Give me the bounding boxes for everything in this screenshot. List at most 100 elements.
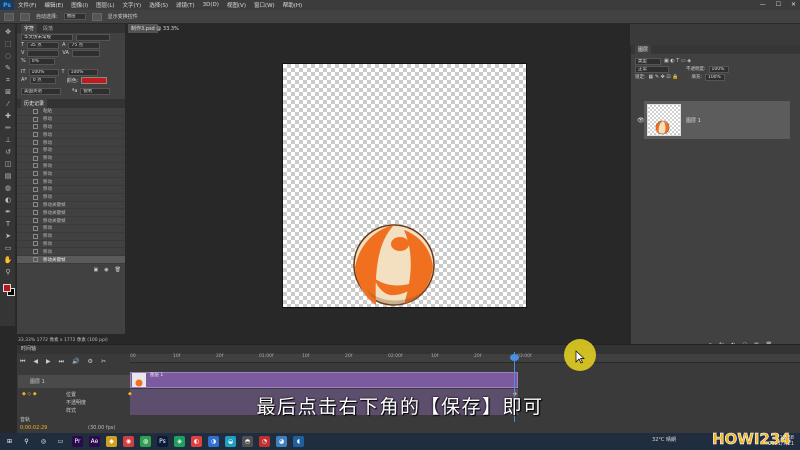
- font-size-field[interactable]: 35 点: [27, 41, 60, 49]
- history-item[interactable]: 移动: [17, 178, 125, 186]
- minimize-button[interactable]: —: [760, 1, 766, 8]
- lasso-tool-icon[interactable]: ◌: [3, 52, 13, 60]
- tsume-field[interactable]: 0%: [28, 57, 55, 65]
- font-style-select[interactable]: [76, 33, 110, 41]
- timeline-ruler[interactable]: 00 10f 20f 01:00f 10f 20f 02:00f 10f 20f 03:00f: [130, 354, 800, 363]
- history-item[interactable]: 移动: [17, 124, 125, 132]
- keyframe-nav-icons[interactable]: ◆ ◇ ◆: [22, 391, 37, 397]
- history-brush-icon[interactable]: ↺: [3, 148, 13, 156]
- auto-select-checkbox[interactable]: [20, 12, 30, 21]
- gradient-tool-icon[interactable]: ▤: [3, 172, 13, 180]
- history-item[interactable]: 移动关键帧: [17, 202, 125, 210]
- menu-window[interactable]: 窗口(W): [250, 1, 279, 9]
- history-item[interactable]: 粘贴: [17, 108, 125, 116]
- taskbar-app-icon[interactable]: ◈: [174, 436, 185, 447]
- taskbar-app-icon[interactable]: ◑: [208, 436, 219, 447]
- blend-mode-select[interactable]: 正常: [635, 65, 669, 73]
- taskbar-app-icon[interactable]: ◆: [106, 436, 117, 447]
- eraser-tool-icon[interactable]: ◫: [3, 160, 13, 168]
- menu-view[interactable]: 视图(V): [223, 1, 250, 9]
- shape-tool-icon[interactable]: ▭: [3, 244, 13, 252]
- menu-file[interactable]: 文件(F): [14, 1, 40, 9]
- history-item[interactable]: 移动: [17, 248, 125, 257]
- history-item[interactable]: 移动: [17, 147, 125, 155]
- eyedropper-tool-icon[interactable]: ⁄: [3, 100, 13, 108]
- frame-tool-icon[interactable]: ⊠: [3, 88, 13, 96]
- stamp-tool-icon[interactable]: ⊥: [3, 136, 13, 144]
- foreground-color-swatch[interactable]: [3, 284, 11, 292]
- history-item[interactable]: 移动关键帧: [17, 209, 125, 218]
- taskbar-app-icon[interactable]: Pr: [72, 436, 83, 447]
- history-item[interactable]: 移动: [17, 233, 125, 241]
- text-color-swatch[interactable]: [81, 76, 108, 84]
- first-frame-icon[interactable]: ⏮: [20, 358, 25, 366]
- history-item[interactable]: 移动: [17, 131, 125, 140]
- history-item[interactable]: 移动: [17, 170, 125, 179]
- pen-tool-icon[interactable]: ✒: [3, 208, 13, 216]
- history-item[interactable]: 移动: [17, 241, 125, 249]
- tab-history[interactable]: 历史记录: [21, 99, 48, 108]
- fill-field[interactable]: 100%: [704, 73, 725, 81]
- history-item[interactable]: 移动: [17, 139, 125, 147]
- menu-select[interactable]: 选择(S): [145, 1, 172, 9]
- taskbar-app-icon[interactable]: ◔: [259, 436, 270, 447]
- hand-tool-icon[interactable]: ✋: [3, 256, 13, 264]
- taskbar-app-icon[interactable]: Ae: [89, 436, 100, 447]
- history-item[interactable]: 移动: [17, 163, 125, 171]
- kerning-field[interactable]: [27, 49, 60, 57]
- menu-image[interactable]: 图像(I): [67, 1, 92, 9]
- property-position[interactable]: 位置: [66, 391, 76, 398]
- menu-3d[interactable]: 3D(D): [199, 2, 223, 8]
- marquee-tool-icon[interactable]: ⬚: [3, 40, 13, 48]
- history-item[interactable]: 移动: [17, 116, 125, 124]
- language-select[interactable]: 美国英语: [21, 87, 61, 95]
- property-opacity[interactable]: 不透明度: [66, 399, 86, 406]
- crop-tool-icon[interactable]: ⌗: [3, 76, 13, 84]
- show-transform-checkbox[interactable]: [91, 12, 102, 21]
- opacity-field[interactable]: 100%: [708, 65, 729, 73]
- history-item[interactable]: 移动: [17, 186, 125, 194]
- filter-icons[interactable]: ▣ ◐ T ▭ ◈: [664, 58, 691, 64]
- taskbar-app-icon[interactable]: ◎: [38, 436, 49, 447]
- tab-character[interactable]: 字符: [21, 24, 38, 33]
- path-select-tool-icon[interactable]: ➤: [3, 232, 13, 240]
- dodge-tool-icon[interactable]: ◐: [3, 196, 13, 204]
- menu-type[interactable]: 文字(Y): [119, 1, 146, 9]
- blur-tool-icon[interactable]: ◍: [3, 184, 13, 192]
- font-family-select[interactable]: 华文仿宋常规: [21, 33, 73, 41]
- split-icon[interactable]: ✂: [101, 358, 106, 366]
- taskbar-app-icon[interactable]: ◕: [276, 436, 287, 447]
- leading-field[interactable]: 75 点: [68, 41, 101, 49]
- prev-frame-icon[interactable]: ◀: [33, 358, 38, 366]
- snapshot-icon[interactable]: ◉: [104, 267, 108, 273]
- play-icon[interactable]: ▶: [46, 358, 51, 366]
- type-tool-icon[interactable]: T: [3, 220, 13, 228]
- taskbar-app-icon[interactable]: ◒: [225, 436, 236, 447]
- history-item[interactable]: 移动: [17, 225, 125, 233]
- move-tool-icon[interactable]: ✥: [3, 28, 13, 36]
- healing-tool-icon[interactable]: ✚: [3, 112, 13, 120]
- taskbar-app-icon[interactable]: ◉: [123, 436, 134, 447]
- history-item[interactable]: 移动关键帧: [17, 217, 125, 225]
- playhead-handle[interactable]: [510, 354, 519, 361]
- taskbar-app-icon[interactable]: Ps: [157, 436, 168, 447]
- auto-select-target[interactable]: 图层: [63, 13, 86, 20]
- maximize-button[interactable]: ☐: [776, 1, 781, 8]
- audio-icon[interactable]: 🔊: [72, 358, 79, 366]
- taskbar-app-icon[interactable]: ◓: [242, 436, 253, 447]
- document-tab[interactable]: 制作3.psd @ 33.3%: [128, 24, 179, 33]
- layer-name[interactable]: 图层 1: [686, 117, 701, 124]
- weather[interactable]: 32°C 晴朗: [652, 437, 676, 443]
- menu-help[interactable]: 帮助(H): [279, 1, 306, 9]
- zoom-tool-icon[interactable]: ⚲: [3, 268, 13, 276]
- next-frame-icon[interactable]: ⏭: [59, 358, 64, 366]
- taskbar-app-icon[interactable]: ▭: [55, 436, 66, 447]
- tracking-field[interactable]: [71, 49, 100, 57]
- horizontal-scale-field[interactable]: 100%: [67, 68, 98, 76]
- baseline-field[interactable]: 0 点: [29, 76, 56, 84]
- history-item[interactable]: 移动关键帧: [17, 256, 125, 264]
- tab-paragraph[interactable]: 段落: [43, 25, 53, 32]
- delete-state-icon[interactable]: 🗑: [115, 267, 121, 273]
- layer-visibility-eye-icon[interactable]: 👁: [637, 117, 645, 124]
- move-tool-icon[interactable]: [4, 12, 14, 21]
